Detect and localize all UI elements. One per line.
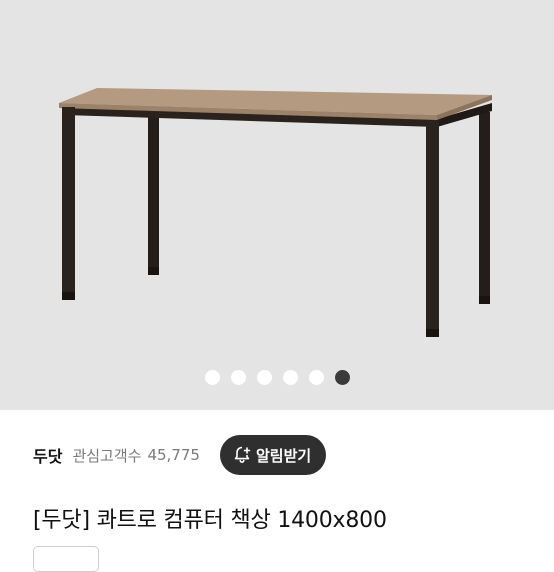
bell-plus-icon — [232, 445, 252, 465]
brand-row: 두닷 관심고객수 45,775 알림받기 — [33, 434, 534, 476]
gallery-dot[interactable] — [282, 370, 298, 385]
alarm-subscribe-button[interactable]: 알림받기 — [219, 435, 327, 475]
product-image-gallery[interactable] — [0, 0, 554, 410]
gallery-dot[interactable] — [334, 370, 350, 385]
brand-name[interactable]: 두닷 — [33, 443, 62, 467]
desk-product-image — [59, 88, 492, 337]
gallery-dot[interactable] — [308, 370, 324, 385]
gallery-dot[interactable] — [230, 370, 246, 385]
gallery-pagination — [0, 370, 554, 385]
gallery-dot[interactable] — [204, 370, 220, 385]
favorites-label: 관심고객수 — [72, 446, 142, 465]
alarm-button-label: 알림받기 — [255, 446, 312, 465]
product-title: [두닷] 콰트로 컴퓨터 책상 1400x800 — [33, 508, 387, 533]
gallery-dot[interactable] — [256, 370, 272, 385]
favorites-count: 45,775 — [147, 446, 200, 464]
product-tag-badge — [33, 546, 99, 572]
